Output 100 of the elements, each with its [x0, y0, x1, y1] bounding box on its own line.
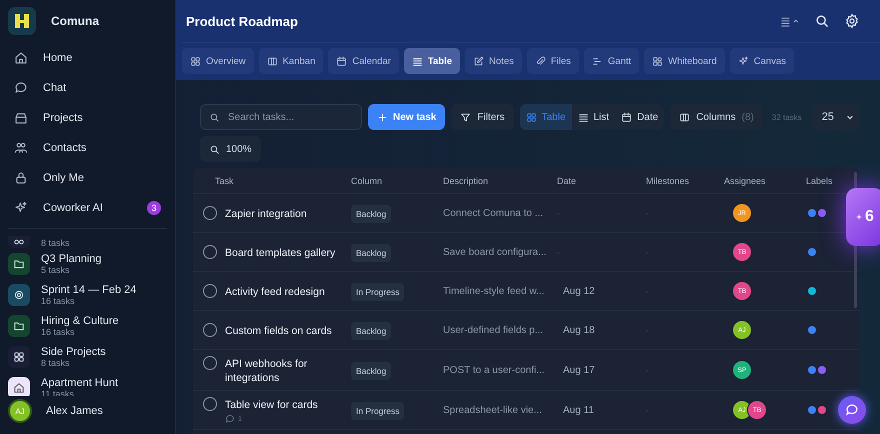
people-icon [14, 141, 28, 155]
task-name[interactable]: Table view for cards [225, 398, 318, 412]
table-cell-text: Aug 11 [562, 404, 595, 416]
search-icon[interactable] [814, 13, 830, 29]
list-toggle-icon[interactable] [780, 14, 800, 28]
chat-bubble-icon [845, 403, 859, 417]
view-tab[interactable]: Kanban [258, 48, 324, 74]
task-count: 16 tasks [41, 296, 76, 306]
view-tab[interactable]: Calendar [328, 48, 399, 74]
view-tab[interactable]: Files [526, 48, 579, 74]
column-header[interactable]: Description [443, 176, 557, 186]
status-tag: Backlog [351, 244, 392, 262]
nav-item[interactable]: Home [0, 43, 175, 73]
project-name: Hiring & Culture [41, 314, 119, 326]
view-tab[interactable]: Notes [465, 48, 522, 74]
column-header[interactable]: Milestones [646, 176, 724, 186]
table-cell-text: Spreadsheet-like vie... [443, 404, 543, 416]
table-cell-text: - [646, 326, 650, 334]
task-checkbox[interactable] [203, 356, 217, 370]
task-count: 8 tasks [41, 358, 71, 368]
nav-item[interactable]: Projects [0, 103, 175, 133]
table-cell-text: - [646, 248, 650, 256]
task-name[interactable]: Zapier integration [225, 207, 307, 221]
table-cell-text: User-defined fields p... [443, 324, 544, 336]
task-checkbox[interactable] [203, 245, 217, 259]
task-name[interactable]: Board templates gallery [225, 246, 336, 260]
filters-button[interactable]: Filters [451, 104, 514, 130]
view-tab[interactable]: Canvas [730, 48, 794, 74]
table-cell-text: Connect Comuna to ... [443, 208, 544, 218]
project-name: Side Projects [41, 346, 106, 358]
column-header[interactable]: Task [193, 176, 351, 186]
table-cell-text: - [557, 248, 561, 256]
column-header[interactable]: Column [351, 176, 443, 186]
task-checkbox[interactable] [203, 397, 217, 411]
task-checkbox[interactable] [203, 284, 217, 298]
nav-item[interactable]: Contacts [0, 133, 175, 163]
nav-item[interactable]: Coworker AI 3 [0, 193, 175, 223]
view-tab[interactable]: Overview [182, 48, 254, 74]
settings-icon[interactable] [844, 13, 860, 29]
column-header[interactable]: Date [557, 176, 646, 186]
table-cell-text: Aug 12 [562, 286, 596, 296]
gantt-icon [592, 56, 603, 66]
search-field[interactable]: Search tasks... [200, 104, 362, 130]
task-name[interactable]: Custom fields on cards [225, 324, 332, 338]
logo-icon[interactable] [8, 7, 36, 35]
zoom-button[interactable]: 100% [200, 136, 261, 162]
new-task-button[interactable]: New task [368, 104, 446, 130]
project-icon[interactable] [8, 236, 30, 248]
status-tag: In Progress [351, 402, 404, 420]
view-tab[interactable]: Gantt [584, 48, 640, 74]
list-icon [412, 56, 423, 66]
list-icon [578, 112, 588, 122]
table-cell-text: Timeline-style feed w... [443, 286, 546, 296]
task-count: 5 tasks [41, 264, 71, 274]
column-header[interactable]: Labels [806, 176, 859, 186]
table-cell-text: Aug 17 [562, 364, 596, 376]
task-checkbox[interactable] [203, 206, 217, 220]
status-tag: Backlog [351, 362, 392, 380]
padlock-icon [14, 171, 28, 185]
task-count: 16 tasks [41, 326, 76, 336]
table-cell-text: - [646, 406, 650, 414]
columns-button[interactable]: Columns (8) [670, 104, 763, 130]
task-name[interactable]: Activity feed redesign [225, 285, 325, 299]
chat-bubble-icon [14, 81, 28, 95]
nav-item[interactable]: Chat [0, 73, 175, 103]
table-cell-text: Aug 18 [562, 324, 596, 336]
column-header[interactable]: Assignees [724, 176, 806, 186]
task-checkbox[interactable] [203, 323, 217, 337]
floating-widget[interactable]: 6 [846, 188, 880, 246]
project-icon[interactable] [8, 252, 30, 274]
grid-icon [526, 112, 537, 122]
project-icon[interactable] [8, 346, 30, 368]
sparkle-icon [738, 56, 749, 66]
project-icon[interactable] [8, 284, 30, 306]
edit-icon [473, 56, 484, 66]
view-tab[interactable]: Whiteboard [644, 48, 725, 74]
count-label: 6 [865, 208, 874, 226]
nav-item[interactable]: Only Me [0, 163, 175, 193]
table-cell-text: - [646, 366, 650, 374]
paperclip-icon [534, 56, 546, 66]
table-cell-text: - [646, 286, 650, 296]
page-title: Product Roadmap [186, 14, 298, 28]
table-cell-text: Save board configura... [443, 246, 548, 258]
table-cell-text: - [646, 208, 650, 218]
chevron-down-icon [846, 113, 854, 121]
shapes-icon [652, 56, 664, 66]
layout-toggle[interactable]: Date [615, 104, 664, 130]
view-tab[interactable]: Table [404, 48, 460, 74]
columns-icon [266, 56, 278, 66]
house-icon [14, 51, 28, 65]
project-icon[interactable] [8, 376, 30, 396]
page-size-select[interactable]: 25 [810, 104, 860, 130]
table-cell-text: POST to a user-confi... [443, 364, 546, 376]
status-tag: Backlog [351, 322, 392, 340]
layout-toggle[interactable]: List [572, 104, 616, 130]
columns-icon [679, 112, 690, 122]
task-total: 32 tasks [770, 112, 803, 122]
plus-icon [377, 112, 388, 122]
task-name[interactable]: API webhooks for integrations [225, 357, 351, 385]
project-icon[interactable] [8, 314, 30, 336]
